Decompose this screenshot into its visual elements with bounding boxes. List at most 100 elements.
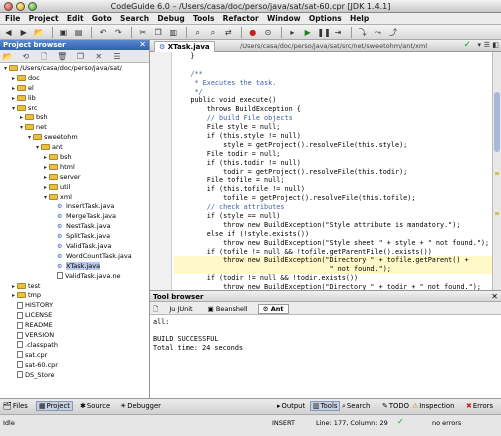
expand-toggle-icon[interactable]: ▸: [10, 291, 17, 301]
expand-toggle-icon[interactable]: ▸: [42, 153, 49, 163]
tree-item[interactable]: ⚙ SplitTask.java: [0, 232, 149, 242]
expand-toggle-icon[interactable]: ▸: [42, 173, 49, 183]
expand-toggle-icon[interactable]: ▸: [42, 163, 49, 173]
open-folder-icon[interactable]: 📂: [2, 51, 13, 62]
tab-debugger[interactable]: ☀Debugger: [120, 402, 161, 410]
open-file-icon[interactable]: 📂: [33, 27, 44, 38]
code-line[interactable]: tofile = getProject().resolveFile(this.t…: [174, 194, 492, 203]
tree-item[interactable]: ▸ bsh: [0, 113, 149, 123]
tree-item[interactable]: ▾ src: [0, 104, 149, 114]
tree-item[interactable]: ▸ tmp: [0, 291, 149, 301]
tab-source[interactable]: ✱Source: [80, 402, 110, 410]
code-area[interactable]: } /** * Executes the task. */ public voi…: [174, 52, 492, 290]
build-icon[interactable]: ⊙: [262, 27, 273, 38]
code-line[interactable]: if (tofile != null && !tofile.getParentF…: [174, 248, 492, 257]
tab-todo[interactable]: ✎TODO: [382, 402, 409, 410]
expand-toggle-icon[interactable]: ▸: [18, 113, 25, 123]
menu-refactor[interactable]: Refactor: [220, 13, 262, 24]
tab-files[interactable]: 🗂Files: [3, 402, 28, 410]
tree-item[interactable]: ⚙ XTask.java: [0, 261, 149, 272]
tree-item[interactable]: ⚙ WordCountTask.java: [0, 252, 149, 262]
cut-icon[interactable]: ✂: [137, 27, 148, 38]
tab-project[interactable]: ▦Project: [36, 401, 73, 411]
copy-icon[interactable]: ❐: [153, 27, 164, 38]
code-line[interactable]: style = getProject().resolveFile(this.st…: [174, 141, 492, 150]
code-line[interactable]: if (this.tofile != null): [174, 185, 492, 194]
tree-item[interactable]: ⚙ NestTask.java: [0, 222, 149, 232]
tab-beanshell[interactable]: ▣ Beanshell: [203, 304, 253, 314]
tree-item[interactable]: HISTORY: [0, 301, 149, 311]
dropdown-icon[interactable]: ▾: [477, 41, 481, 49]
code-line[interactable]: [174, 61, 492, 70]
tree-item[interactable]: LICENSE: [0, 311, 149, 321]
tree-item[interactable]: ▸ bsh: [0, 153, 149, 163]
menu-tools[interactable]: Tools: [190, 13, 217, 24]
code-line[interactable]: */: [174, 88, 492, 97]
code-line[interactable]: * Executes the task.: [174, 79, 492, 88]
expand-toggle-icon[interactable]: ▾: [18, 123, 25, 133]
replace-icon[interactable]: ⇄: [223, 27, 234, 38]
tree-item[interactable]: ▸ lib: [0, 94, 149, 104]
redo-icon[interactable]: ↷: [113, 27, 124, 38]
tree-item[interactable]: sat.cpr: [0, 351, 149, 361]
tree-item[interactable]: ▸ html: [0, 163, 149, 173]
menu-goto[interactable]: Goto: [89, 13, 115, 24]
tree-item[interactable]: ▾ /Users/casa/doc/perso/java/sat/: [0, 64, 149, 74]
undo-icon[interactable]: ↶: [98, 27, 109, 38]
tree-item[interactable]: ▾ net: [0, 123, 149, 133]
code-line[interactable]: throw new BuildException("Style attribut…: [174, 221, 492, 230]
tree-item[interactable]: .classpath: [0, 341, 149, 351]
save-icon[interactable]: ▣: [58, 27, 69, 38]
menu-edit[interactable]: Edit: [64, 13, 87, 24]
expand-toggle-icon[interactable]: ▸: [10, 74, 17, 84]
code-line[interactable]: todir = getProject().resolveFile(this.to…: [174, 168, 492, 177]
tree-item[interactable]: ▾ sweetohm: [0, 133, 149, 143]
menu-search[interactable]: Search: [117, 13, 152, 24]
tab-ant[interactable]: ⚙ Ant: [257, 304, 289, 314]
tree-item[interactable]: ▾ ant: [0, 143, 149, 153]
menu-project[interactable]: Project: [26, 13, 62, 24]
step-into-icon[interactable]: ⤵: [357, 27, 368, 38]
tree-item[interactable]: ▸ doc: [0, 74, 149, 84]
step-out-icon[interactable]: ⤴: [388, 27, 399, 38]
menu-options[interactable]: Options: [306, 13, 345, 24]
code-line[interactable]: // build File objects: [174, 114, 492, 123]
warning-marker[interactable]: [495, 212, 499, 215]
expand-toggle-icon[interactable]: ▸: [42, 183, 49, 193]
code-line[interactable]: }: [174, 52, 492, 61]
editor-body[interactable]: } /** * Executes the task. */ public voi…: [150, 52, 492, 290]
tree-item[interactable]: ▾ xml: [0, 193, 149, 203]
expand-toggle-icon[interactable]: ▾: [10, 104, 17, 114]
tree-item[interactable]: ValidTask.java.ne: [0, 272, 149, 282]
scrollbar-thumb[interactable]: [494, 92, 500, 152]
code-line[interactable]: throw new BuildException("Directory " + …: [174, 256, 492, 266]
tree-item[interactable]: DS_Store: [0, 371, 149, 381]
tab-search[interactable]: ⌕Search: [342, 402, 370, 411]
pause-icon[interactable]: ❚❚: [317, 27, 330, 38]
code-line[interactable]: if (style == null): [174, 212, 492, 221]
menu-debug[interactable]: Debug: [154, 13, 187, 24]
new-file-icon[interactable]: 🗋: [38, 51, 49, 62]
code-line[interactable]: if (todir != null && !todir.exists()): [174, 274, 492, 283]
debug-icon[interactable]: ▸: [287, 27, 298, 38]
expand-toggle-icon[interactable]: ▾: [42, 193, 49, 203]
copy-file-icon[interactable]: ❐: [75, 51, 86, 62]
expand-toggle-icon[interactable]: ▸: [10, 94, 17, 104]
tab-inspection[interactable]: ⚠Inspection: [412, 402, 454, 410]
tree-item[interactable]: ▸ util: [0, 183, 149, 193]
expand-toggle-icon[interactable]: ▸: [10, 84, 17, 94]
menu-help[interactable]: Help: [347, 13, 372, 24]
code-line[interactable]: " not found.");: [174, 265, 492, 275]
tree-item[interactable]: ⚙ MergeTask.java: [0, 212, 149, 222]
code-line[interactable]: File todir = null;: [174, 150, 492, 159]
tree-item[interactable]: ▸ test: [0, 282, 149, 292]
find-icon[interactable]: ⌕: [192, 27, 203, 38]
forward-icon[interactable]: ▶: [18, 27, 29, 38]
save-all-icon[interactable]: ▤: [73, 27, 84, 38]
back-icon[interactable]: ◀: [3, 27, 14, 38]
tree-item[interactable]: ⚙ InsertTask.java: [0, 202, 149, 212]
tree-item[interactable]: ⚙ ValidTask.java: [0, 242, 149, 252]
menu-file[interactable]: File: [2, 13, 23, 24]
split-view-icon[interactable]: ◧: [492, 41, 499, 49]
expand-toggle-icon[interactable]: ▾: [26, 133, 33, 143]
